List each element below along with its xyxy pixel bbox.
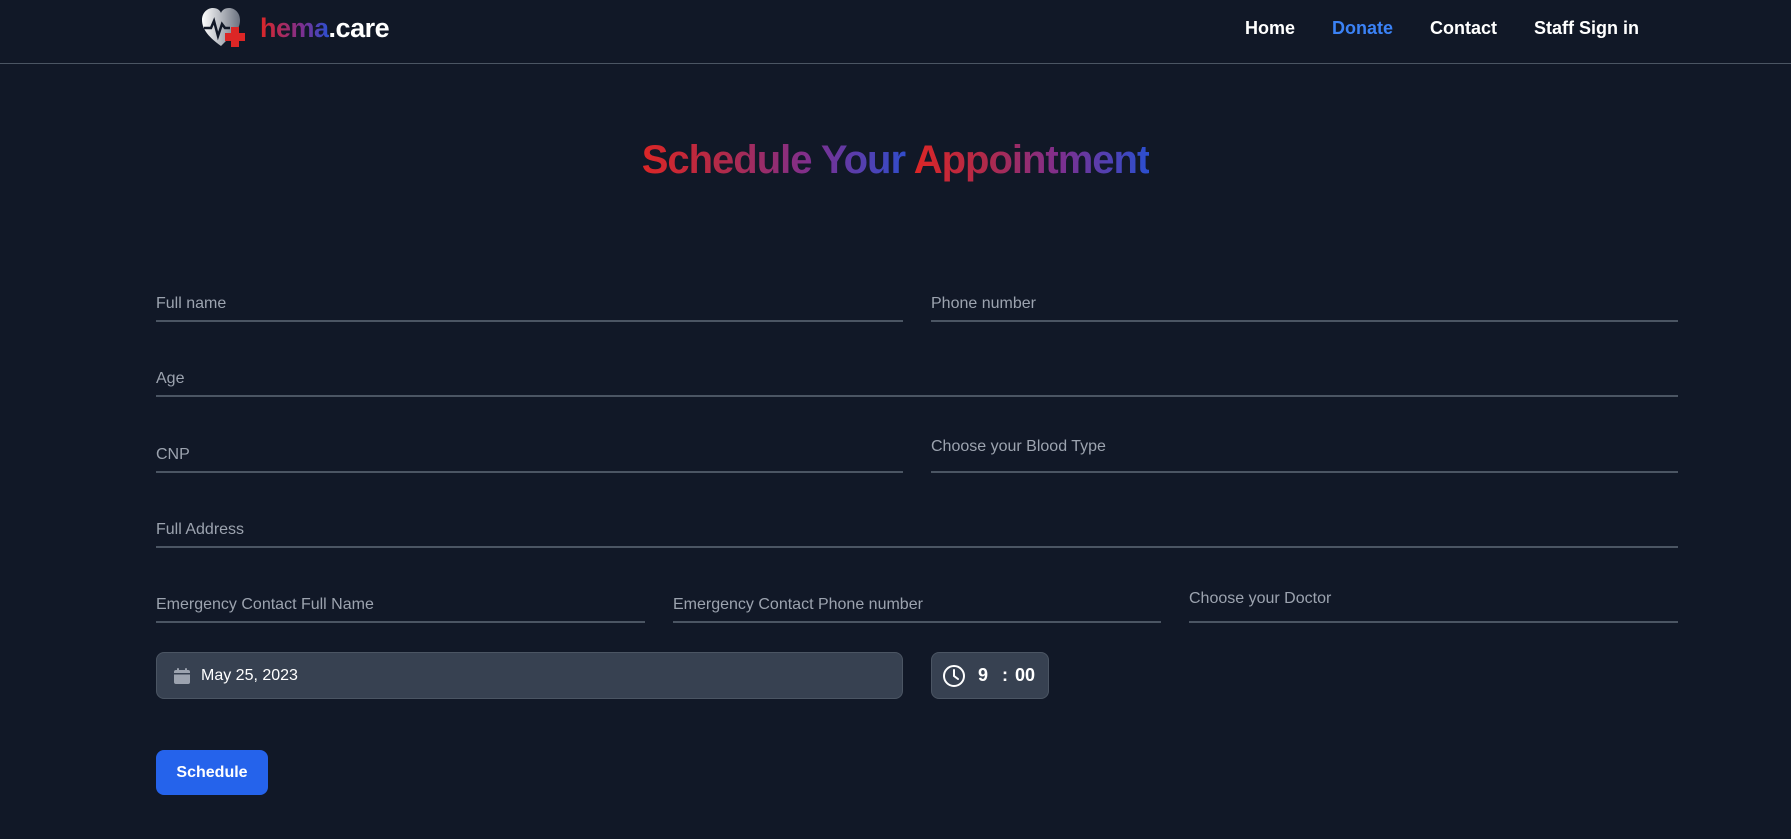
time-minute[interactable]: 00 <box>1015 665 1035 686</box>
emergency-name-field <box>156 581 645 623</box>
brand-link[interactable]: hema.care <box>200 6 390 50</box>
phone-input[interactable] <box>931 280 1678 320</box>
full-name-field <box>156 280 903 322</box>
cnp-field <box>156 431 903 473</box>
calendar-icon <box>174 667 190 684</box>
brand-name-part1: hema <box>260 12 329 43</box>
date-picker[interactable]: May 25, 2023 <box>156 652 903 699</box>
emergency-phone-input[interactable] <box>673 581 1161 621</box>
page-title-part1: Schedule Your <box>641 138 914 182</box>
brand-name: hema.care <box>260 12 390 44</box>
phone-field <box>931 280 1678 322</box>
emergency-name-input[interactable] <box>156 581 645 621</box>
address-input[interactable] <box>156 506 1678 546</box>
heart-cross-icon <box>202 8 245 47</box>
doctor-select[interactable]: Choose your Doctor <box>1189 581 1678 623</box>
nav-link-home[interactable]: Home <box>1245 17 1295 39</box>
page-title-part2: Appointment <box>913 138 1151 182</box>
nav-link-contact[interactable]: Contact <box>1430 17 1497 39</box>
age-input[interactable] <box>156 355 1678 395</box>
address-field <box>156 506 1678 548</box>
blood-type-select-label: Choose your Blood Type <box>931 438 1106 455</box>
age-field <box>156 355 1678 397</box>
doctor-select-label: Choose your Doctor <box>1189 590 1332 607</box>
navbar: hema.care Home Donate Contact Staff Sign… <box>0 0 1791 64</box>
time-hour[interactable]: 9 <box>978 665 988 686</box>
full-name-input[interactable] <box>156 280 903 320</box>
time-separator: : <box>1002 665 1009 685</box>
schedule-button[interactable]: Schedule <box>156 750 268 795</box>
page-title: Schedule Your Appointment <box>0 138 1791 183</box>
brand-name-part2: .care <box>328 12 390 43</box>
nav-link-donate[interactable]: Donate <box>1332 17 1393 39</box>
time-picker[interactable]: 9 : 00 <box>931 652 1049 699</box>
blood-type-select[interactable]: Choose your Blood Type <box>931 431 1678 473</box>
cnp-input[interactable] <box>156 431 903 471</box>
nav-links: Home Donate Contact Staff Sign in <box>1245 17 1639 39</box>
emergency-phone-field <box>673 581 1161 623</box>
clock-icon <box>943 664 965 687</box>
nav-link-staff-sign-in[interactable]: Staff Sign in <box>1534 17 1639 39</box>
date-value: May 25, 2023 <box>201 666 298 684</box>
